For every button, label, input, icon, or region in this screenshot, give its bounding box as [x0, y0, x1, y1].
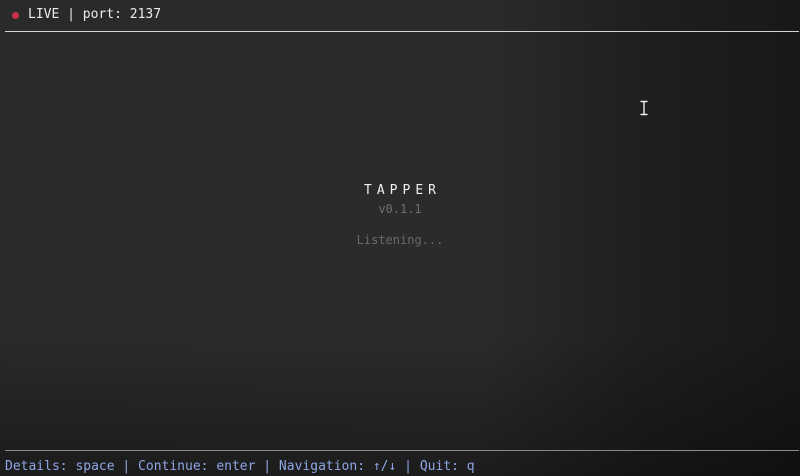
bottom-divider	[5, 450, 799, 451]
top-divider	[5, 31, 799, 32]
splash-content: TAPPER v0.1.1 Listening...	[0, 183, 800, 247]
connection-status: LIVE | port: 2137	[28, 7, 162, 22]
live-indicator-icon	[12, 12, 19, 19]
terminal-window: LIVE | port: 2137 TAPPER v0.1.1 Listenin…	[0, 0, 800, 476]
app-title: TAPPER	[364, 183, 441, 198]
listening-status: Listening...	[356, 233, 444, 247]
status-bar: LIVE | port: 2137	[0, 0, 800, 30]
keybinding-help: Details: space | Continue: enter | Navig…	[5, 459, 475, 474]
text-cursor-icon	[639, 100, 649, 116]
app-version: v0.1.1	[378, 202, 422, 216]
